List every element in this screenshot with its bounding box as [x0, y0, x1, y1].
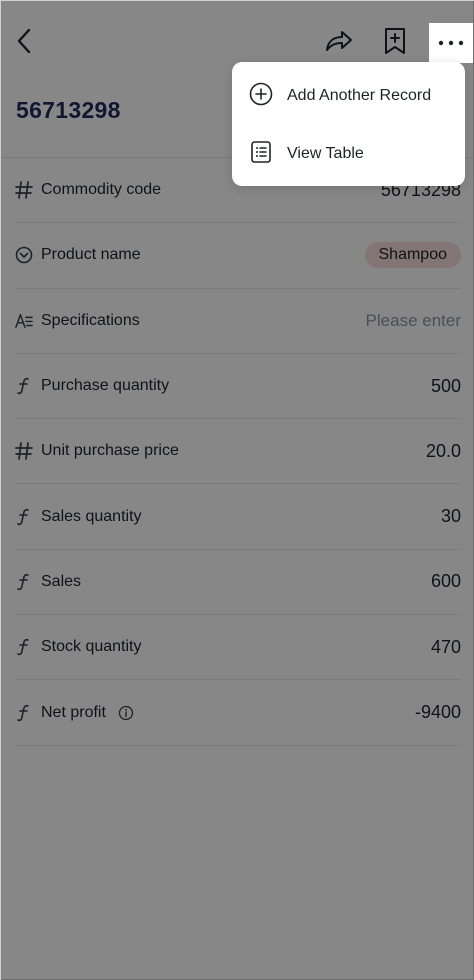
more-horizontal-icon [437, 34, 465, 52]
menu-item-label: Add Another Record [287, 87, 432, 104]
table-list-icon [249, 140, 273, 169]
menu-item-view-table[interactable]: View Table [232, 126, 465, 182]
menu-item-add-another-record[interactable]: Add Another Record [232, 68, 465, 124]
plus-circle-icon [249, 82, 273, 111]
record-detail-screen: 56713298 Commodity code 56713298 Product… [0, 0, 474, 980]
menu-item-label: View Table [287, 145, 364, 162]
more-button[interactable] [433, 25, 469, 61]
more-menu: Add Another Record View Table [232, 62, 465, 186]
